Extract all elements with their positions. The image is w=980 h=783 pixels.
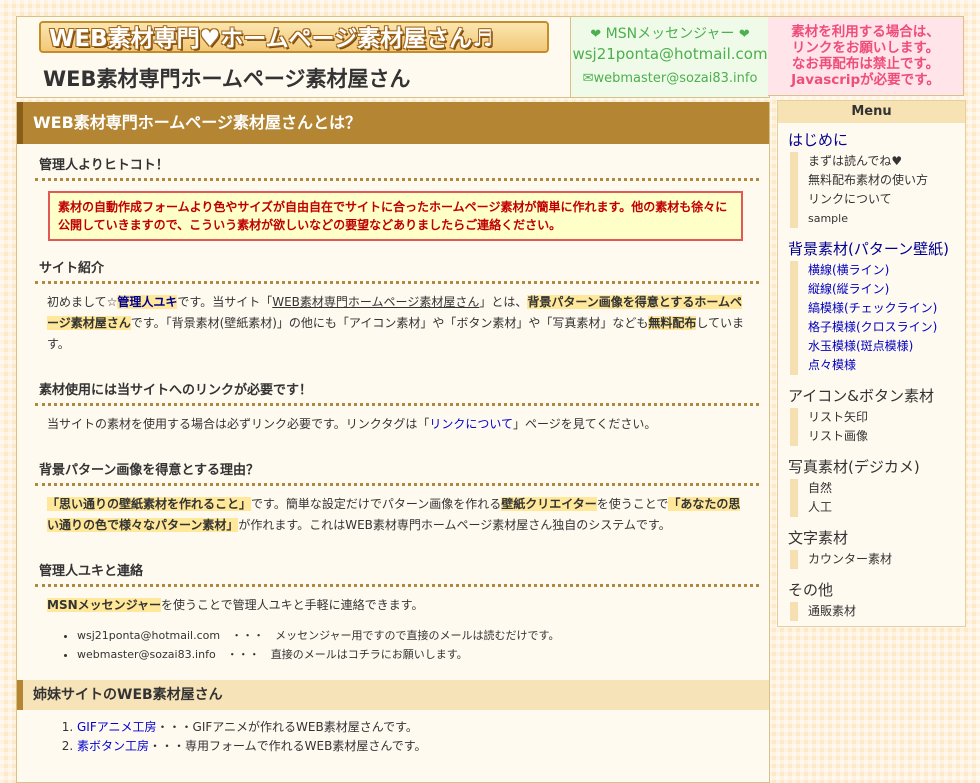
text: 」ページを見てください。 bbox=[512, 417, 657, 431]
site-name: WEB素材専門ホームページ素材屋さん bbox=[272, 295, 480, 309]
contact-note: ・・・ 直接のメールはコチラにお願いします。 bbox=[226, 648, 468, 661]
text: が作れます。これはWEB素材専門ホームページ素材屋さん独自のシステムです。 bbox=[238, 518, 671, 532]
menu-item[interactable]: リスト画像 bbox=[808, 427, 965, 446]
menu-item[interactable]: リンクについて bbox=[808, 190, 965, 209]
text: 初めまして☆ bbox=[47, 295, 118, 309]
sister-sites-list: GIFアニメ工房・・・GIFアニメが作れるWEB素材屋さんです。 素ボタン工房・… bbox=[77, 718, 769, 756]
menu-item[interactable]: リスト矢印 bbox=[808, 408, 965, 427]
webmaster-email-link[interactable]: ✉webmaster@sozai83.info bbox=[571, 71, 769, 86]
highlight: 「思い通りの壁紙素材を作れること」 bbox=[47, 497, 252, 511]
menu-list: 通販素材 bbox=[790, 602, 965, 621]
msn-title: ❤ MSNメッセンジャー ❤ bbox=[571, 23, 769, 43]
intro-paragraph: 初めまして☆管理人ユキです。当サイト「WEB素材専門ホームページ素材屋さん」とは… bbox=[47, 292, 745, 355]
contact-paragraph: MSNメッセンジャーを使うことで管理人ユキと手軽に連絡できます。 bbox=[47, 595, 745, 616]
site-logo[interactable]: WEB素材専門♥ホームページ素材屋さん♬ bbox=[39, 21, 549, 53]
admin-name-link[interactable]: 管理人ユキ bbox=[117, 295, 178, 309]
menu-item[interactable]: 横線(横ライン) bbox=[808, 261, 965, 280]
menu-item[interactable]: 自然 bbox=[808, 479, 965, 498]
menu-link[interactable]: 水玉模様(斑点模様) bbox=[808, 339, 913, 353]
usage-notice-box: 素材を利用する場合は、 リンクをお願いします。 なお再配布は禁止です。 Java… bbox=[768, 16, 964, 96]
notice-line: Javascripが必要です。 bbox=[791, 72, 940, 88]
menu-link[interactable]: 格子模様(クロスライン) bbox=[808, 320, 937, 334]
sister-site-link[interactable]: GIFアニメ工房 bbox=[77, 720, 157, 734]
menu-list: 横線(横ライン) 縦線(縦ライン) 縞模様(チェックライン) 格子模様(クロスラ… bbox=[790, 261, 965, 375]
msn-title-label: MSNメッセンジャー bbox=[605, 26, 735, 42]
contact-email[interactable]: webmaster@sozai83.info bbox=[77, 648, 216, 661]
heart-icon: ❤ bbox=[590, 27, 602, 42]
link-paragraph: 当サイトの素材を使用する場合は必ずリンク必要です。リンクタグは「リンクについて」… bbox=[47, 414, 745, 435]
list-item: wsj21ponta@hotmail.com ・・・ メッセンジャー用ですので直… bbox=[77, 626, 769, 645]
text: です。当サイト「 bbox=[177, 295, 273, 309]
menu-title: Menu bbox=[778, 101, 965, 123]
menu-category-text: 文字素材 bbox=[788, 529, 849, 547]
menu-category-other: その他 bbox=[788, 581, 834, 599]
heart-icon: ❤ bbox=[738, 27, 750, 42]
contact-note: ・・・ メッセンジャー用ですので直接のメールは読むだけです。 bbox=[231, 629, 560, 642]
menu-item[interactable]: 人工 bbox=[808, 498, 965, 517]
list-item: 素ボタン工房・・・専用フォームで作れるWEB素材屋さんです。 bbox=[77, 737, 769, 756]
menu-item[interactable]: 水玉模様(斑点模様) bbox=[808, 337, 965, 356]
menu-category-photos: 写真素材(デジカメ) bbox=[788, 458, 920, 476]
list-item: webmaster@sozai83.info ・・・ 直接のメールはコチラにお願… bbox=[77, 645, 769, 664]
menu-item[interactable]: 格子模様(クロスライン) bbox=[808, 318, 965, 337]
text: を使うことで bbox=[596, 497, 669, 511]
logo-area: WEB素材専門♥ホームページ素材屋さん♬ WEB素材専門ホームページ素材屋さん bbox=[17, 17, 571, 97]
sister-site-desc: ・・・GIFアニメが作れるWEB素材屋さんです。 bbox=[156, 720, 418, 734]
section-title-reason: 背景パターン画像を得意とする理由？ bbox=[35, 449, 759, 486]
list-item: GIFアニメ工房・・・GIFアニメが作れるWEB素材屋さんです。 bbox=[77, 718, 769, 737]
sister-sites-title: 姉妹サイトのWEB素材屋さん bbox=[17, 680, 769, 710]
notice-line: なお再配布は禁止です。 bbox=[791, 56, 940, 72]
menu-link[interactable]: 横線(横ライン) bbox=[808, 263, 889, 277]
msn-email: wsj21ponta@hotmail.com bbox=[572, 45, 768, 63]
menu-list: まずは読んでね♥ 無料配布素材の使い方 リンクについて sample bbox=[790, 152, 965, 228]
sister-site-desc: ・・・専用フォームで作れるWEB素材屋さんです。 bbox=[149, 739, 427, 753]
menu-list: カウンター素材 bbox=[790, 550, 965, 569]
site-subtitle: WEB素材専門ホームページ素材屋さん bbox=[43, 67, 411, 91]
text: 当サイトの素材を使用する場合は必ずリンク必要です。リンクタグは「 bbox=[47, 417, 430, 431]
text: 」とは、 bbox=[479, 295, 528, 309]
reason-paragraph: 「思い通りの壁紙素材を作れること」です。簡単な設定だけでパターン画像を作れる壁紙… bbox=[47, 494, 745, 536]
text: です。簡単な設定だけでパターン画像を作れる bbox=[251, 497, 502, 511]
msn-highlight: MSNメッセンジャー bbox=[47, 598, 162, 612]
page-title: WEB素材専門ホームページ素材屋さんとは？ bbox=[17, 102, 769, 144]
menu-list: 自然 人工 bbox=[790, 479, 965, 517]
menu-item[interactable]: まずは読んでね♥ bbox=[808, 152, 965, 171]
section-title-hitokoto: 管理人よりヒトコト！ bbox=[35, 144, 759, 181]
menu-item[interactable]: 点々模様 bbox=[808, 356, 965, 375]
notice-line: 素材を利用する場合は、 bbox=[791, 24, 940, 40]
menu-item[interactable]: 縦線(縦ライン) bbox=[808, 280, 965, 299]
menu-item[interactable]: 通販素材 bbox=[808, 602, 965, 621]
menu-link[interactable]: 点々模様 bbox=[808, 358, 856, 372]
menu-category-icons: アイコン&ボタン素材 bbox=[788, 387, 934, 405]
menu-link[interactable]: 縞模様(チェックライン) bbox=[808, 301, 937, 315]
main-content: WEB素材専門ホームページ素材屋さんとは？ 管理人よりヒトコト！ 素材の自動作成… bbox=[16, 102, 770, 783]
section-title-intro: サイト紹介 bbox=[35, 247, 759, 284]
section-title-link: 素材使用には当サイトへのリンクが必要です！ bbox=[35, 369, 759, 406]
link-about-link[interactable]: リンクについて bbox=[429, 417, 513, 431]
sidebar-menu: Menu はじめに まずは読んでね♥ 無料配布素材の使い方 リンクについて sa… bbox=[777, 100, 966, 627]
contact-list: wsj21ponta@hotmail.com ・・・ メッセンジャー用ですので直… bbox=[77, 626, 769, 664]
text: です。「背景素材(壁紙素材)」の他にも「アイコン素材」や「ボタン素材」や「写真素… bbox=[130, 316, 649, 330]
highlight: 無料配布 bbox=[648, 316, 697, 330]
section-title-contact: 管理人ユキと連絡 bbox=[35, 550, 759, 587]
menu-list: リスト矢印 リスト画像 bbox=[790, 408, 965, 446]
notice-line: リンクをお願いします。 bbox=[791, 40, 940, 56]
menu-category-background: 背景素材(パターン壁紙) bbox=[788, 240, 949, 258]
menu-item[interactable]: 無料配布素材の使い方 bbox=[808, 171, 965, 190]
msn-contact-box: ❤ MSNメッセンジャー ❤ wsj21ponta@hotmail.com ✉w… bbox=[571, 17, 769, 97]
menu-category-intro: はじめに bbox=[788, 131, 849, 149]
menu-item[interactable]: sample bbox=[808, 209, 965, 228]
site-header: WEB素材専門♥ホームページ素材屋さん♬ WEB素材専門ホームページ素材屋さん … bbox=[16, 16, 770, 98]
text: を使うことで管理人ユキと手軽に連絡できます。 bbox=[161, 598, 424, 612]
menu-link[interactable]: 縦線(縦ライン) bbox=[808, 282, 889, 296]
menu-item[interactable]: カウンター素材 bbox=[808, 550, 965, 569]
admin-message: 素材の自動作成フォームより色やサイズが自由自在でサイトに合ったホームページ素材が… bbox=[48, 191, 743, 241]
contact-email: wsj21ponta@hotmail.com bbox=[77, 629, 221, 642]
menu-item[interactable]: 縞模様(チェックライン) bbox=[808, 299, 965, 318]
sister-site-link[interactable]: 素ボタン工房 bbox=[77, 739, 149, 753]
wallpaper-creator-link[interactable]: 壁紙クリエイター bbox=[501, 497, 597, 511]
